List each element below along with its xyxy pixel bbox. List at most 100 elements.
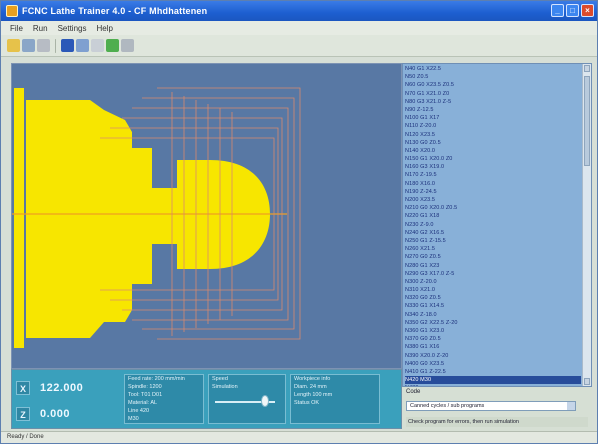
program-line[interactable]: N310 X21.0: [405, 286, 581, 294]
program-line[interactable]: N90 Z-12.5: [405, 106, 581, 114]
run-icon[interactable]: [61, 39, 74, 52]
code-select[interactable]: Canned cycles / sub programs: [406, 401, 576, 411]
program-line[interactable]: N240 G2 X16.5: [405, 229, 581, 237]
program-line[interactable]: N150 G1 X20.0 Z0: [405, 155, 581, 163]
program-line[interactable]: N390 X20.0 Z-20: [405, 352, 581, 360]
help-icon[interactable]: [121, 39, 134, 52]
step-icon[interactable]: [76, 39, 89, 52]
z-value: 0.000: [40, 408, 71, 420]
x-value: 122.000: [40, 382, 84, 394]
program-line[interactable]: N350 G2 X22.5 Z-20: [405, 319, 581, 327]
program-line[interactable]: N380 G1 X16: [405, 343, 581, 351]
info-line: Workpiece info: [294, 376, 331, 382]
chevron-down-icon[interactable]: [567, 402, 575, 410]
info-line: Length 100 mm: [294, 392, 333, 398]
listing-scrollbar[interactable]: [582, 64, 591, 386]
toolbar: [1, 35, 597, 57]
scroll-thumb[interactable]: [584, 76, 590, 166]
open-icon[interactable]: [7, 39, 20, 52]
stop-icon[interactable]: [91, 39, 104, 52]
program-line[interactable]: N320 G0 Z0.5: [405, 294, 581, 302]
x-axis-label: X: [16, 381, 30, 395]
speed-box: Speed Simulation: [208, 374, 286, 424]
maximize-button[interactable]: □: [566, 4, 579, 17]
window-title: FCNC Lathe Trainer 4.0 - CF Mhdhattenen: [22, 6, 208, 16]
info-line: Material: AL: [128, 400, 158, 406]
print-icon[interactable]: [37, 39, 50, 52]
program-line[interactable]: N340 Z-18.0: [405, 311, 581, 319]
program-line[interactable]: N100 G1 X17: [405, 114, 581, 122]
info-panel: X 122.000 Z 0.000 Feed rate: 200 mm/min …: [11, 369, 402, 429]
app-logo-icon: [6, 5, 18, 17]
machine-info-box: Feed rate: 200 mm/min Spindle: 1200 Tool…: [124, 374, 204, 424]
info-line: M30: [128, 416, 139, 422]
menu-run[interactable]: Run: [28, 24, 53, 33]
scroll-down-icon[interactable]: [584, 378, 590, 385]
reset-icon[interactable]: [106, 39, 119, 52]
simulation-label: Simulation: [212, 384, 238, 390]
program-line[interactable]: N80 G3 X21.0 Z-5: [405, 98, 581, 106]
minimize-button[interactable]: _: [551, 4, 564, 17]
program-line[interactable]: N120 X23.5: [405, 131, 581, 139]
program-line[interactable]: N250 G1 Z-15.5: [405, 237, 581, 245]
info-line: Feed rate: 200 mm/min: [128, 376, 185, 382]
x-coordinate: X 122.000: [16, 378, 120, 398]
program-line[interactable]: N290 G3 X17.0 Z-5: [405, 270, 581, 278]
simulation-view[interactable]: [11, 63, 402, 369]
workpiece-shape: [26, 100, 270, 338]
program-line[interactable]: N260 X21.5: [405, 245, 581, 253]
code-select-value: Canned cycles / sub programs: [410, 403, 485, 409]
info-line: Tool: T01 D01: [128, 392, 163, 398]
z-axis-label: Z: [16, 407, 30, 421]
title-bar[interactable]: FCNC Lathe Trainer 4.0 - CF Mhdhattenen …: [1, 1, 597, 21]
program-lines: N40 G1 X22.5 N50 Z0.5 N60 G0 X23.5 Z0.5 N70…: [405, 65, 581, 386]
status-bar: Ready / Done: [1, 431, 597, 443]
close-button[interactable]: ×: [581, 4, 594, 17]
program-line[interactable]: N280 G1 X23: [405, 262, 581, 270]
program-line[interactable]: N70 G1 X21.0 Z0: [405, 90, 581, 98]
program-line[interactable]: N110 Z-20.0: [405, 122, 581, 130]
save-icon[interactable]: [22, 39, 35, 52]
program-controls: Code Canned cycles / sub programs Check …: [402, 387, 592, 431]
program-line[interactable]: N130 G0 Z0.5: [405, 139, 581, 147]
program-line[interactable]: N400 G0 X23.5: [405, 360, 581, 368]
program-listing[interactable]: N40 G1 X22.5 N50 Z0.5 N60 G0 X23.5 Z0.5 N70…: [402, 63, 592, 387]
program-line[interactable]: N140 X20.0: [405, 147, 581, 155]
scroll-up-icon[interactable]: [584, 65, 590, 72]
menu-bar: File Run Settings Help: [1, 21, 597, 35]
workpiece-info-box: Workpiece info Diam. 24 mm Length 100 mm…: [290, 374, 380, 424]
program-line[interactable]: N210 G0 X20.0 Z0.5: [405, 204, 581, 212]
program-line[interactable]: N270 G0 Z0.5: [405, 253, 581, 261]
program-line[interactable]: N190 Z-24.5: [405, 188, 581, 196]
program-line[interactable]: N330 G1 X14.5: [405, 302, 581, 310]
program-line[interactable]: N410 G1 Z-22.5: [405, 368, 581, 376]
menu-settings[interactable]: Settings: [53, 24, 92, 33]
program-line[interactable]: N300 Z-20.0: [405, 278, 581, 286]
hint-text: Check program for errors, then run simul…: [406, 417, 588, 427]
program-line[interactable]: N220 G1 X18: [405, 212, 581, 220]
program-line[interactable]: N160 G3 X19.0: [405, 163, 581, 171]
menu-help[interactable]: Help: [91, 24, 117, 33]
toolbar-divider: [55, 38, 56, 53]
z-coordinate: Z 0.000: [16, 404, 120, 424]
speed-slider-handle[interactable]: [261, 395, 269, 407]
speed-label: Speed: [212, 376, 228, 382]
program-line[interactable]: N40 G1 X22.5: [405, 65, 581, 73]
program-line[interactable]: N180 X16.0: [405, 180, 581, 188]
program-line[interactable]: N230 Z-9.0: [405, 221, 581, 229]
current-program-line[interactable]: N420 M30: [405, 376, 581, 385]
program-line[interactable]: N50 Z0.5: [405, 73, 581, 81]
program-line[interactable]: N60 G0 X23.5 Z0.5: [405, 81, 581, 89]
chuck-jaw: [14, 88, 24, 348]
program-line[interactable]: N170 Z-19.5: [405, 171, 581, 179]
menu-file[interactable]: File: [5, 24, 28, 33]
info-line: Status OK: [294, 400, 320, 406]
app-window: FCNC Lathe Trainer 4.0 - CF Mhdhattenen …: [0, 0, 598, 444]
info-line: Line 420: [128, 408, 150, 414]
info-line: Spindle: 1200: [128, 384, 162, 390]
program-line[interactable]: N200 X23.5: [405, 196, 581, 204]
info-line: Diam. 24 mm: [294, 384, 327, 390]
program-line[interactable]: N360 G1 X23.0: [405, 327, 581, 335]
workpiece-drawing: [12, 87, 301, 348]
program-line[interactable]: N370 G0 Z0.5: [405, 335, 581, 343]
